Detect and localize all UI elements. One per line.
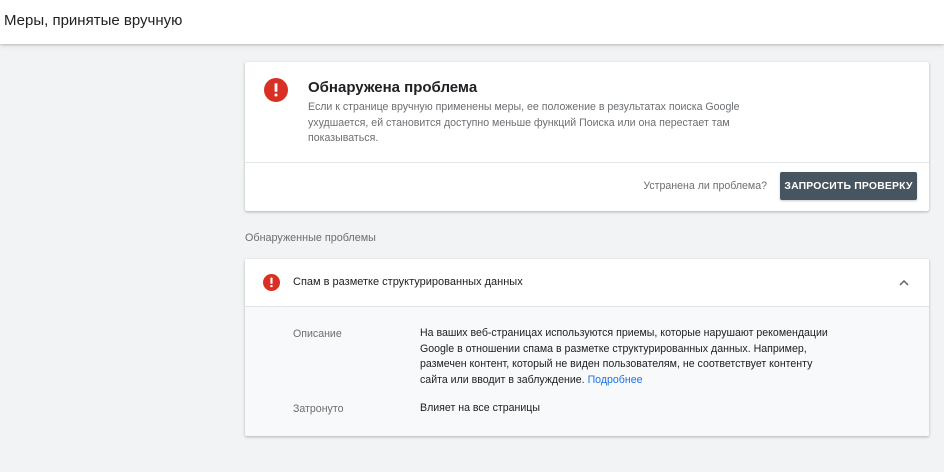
chevron-up-icon[interactable]: [897, 276, 911, 290]
learn-more-link[interactable]: Подробнее: [588, 374, 643, 386]
card-divider: [245, 162, 929, 163]
issue-title: Спам в разметке структурированных данных: [293, 276, 523, 288]
request-review-button[interactable]: ЗАПРОСИТЬ ПРОВЕРКУ: [780, 172, 917, 200]
fixed-question: Устранена ли проблема?: [643, 180, 767, 192]
issue-details: Описание На ваших веб-страницах использу…: [245, 307, 929, 436]
issue-description: Если к странице вручную применены меры, …: [308, 101, 740, 144]
detected-issue-card: Спам в разметке структурированных данных…: [245, 259, 929, 436]
affected-value: Влияет на все страницы: [420, 402, 540, 414]
page-title: Меры, принятые вручную: [4, 12, 183, 29]
affected-label: Затронуто: [293, 403, 344, 415]
detected-issues-label: Обнаруженные проблемы: [245, 232, 376, 244]
description-label: Описание: [293, 328, 342, 340]
issue-heading: Обнаружена проблема: [308, 79, 478, 96]
error-icon: [264, 78, 288, 102]
description-value: На ваших веб-страницах используются прие…: [420, 326, 840, 388]
issue-summary-card: Обнаружена проблема Если к странице вруч…: [245, 62, 929, 211]
issue-row-header[interactable]: Спам в разметке структурированных данных: [245, 259, 929, 306]
error-icon: [263, 274, 280, 291]
top-bar: Меры, принятые вручную: [0, 0, 944, 44]
